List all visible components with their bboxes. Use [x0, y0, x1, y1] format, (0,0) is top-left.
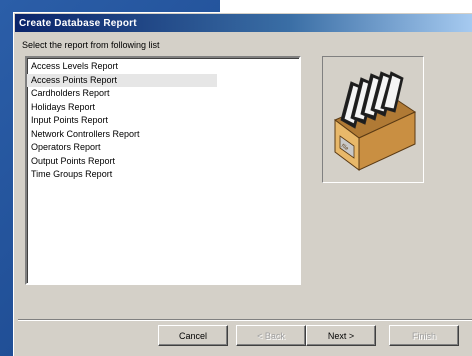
- cancel-button[interactable]: Cancel: [158, 325, 228, 346]
- list-item-operators-report[interactable]: Operators Report: [27, 141, 299, 155]
- create-database-report-dialog: Create Database Report Select the report…: [13, 12, 472, 356]
- report-listbox[interactable]: Access Levels Report Access Points Repor…: [25, 56, 301, 285]
- next-button[interactable]: Next >: [306, 325, 376, 346]
- dialog-titlebar[interactable]: Create Database Report: [15, 14, 472, 32]
- back-button[interactable]: < Back: [236, 325, 306, 346]
- list-item-cardholders-report[interactable]: Cardholders Report: [27, 87, 299, 101]
- list-item-access-points-report[interactable]: Access Points Report: [27, 73, 217, 87]
- dialog-title: Create Database Report: [19, 17, 137, 29]
- list-item-time-groups-report[interactable]: Time Groups Report: [27, 168, 299, 182]
- finish-button[interactable]: Finish: [389, 325, 459, 346]
- list-item-network-controllers-report[interactable]: Network Controllers Report: [27, 128, 299, 142]
- list-item-output-points-report[interactable]: Output Points Report: [27, 155, 299, 169]
- wizard-image-panel: file: [322, 56, 424, 183]
- list-item-access-levels-report[interactable]: Access Levels Report: [27, 60, 299, 74]
- instruction-label: Select the report from following list: [22, 40, 160, 50]
- list-item-holidays-report[interactable]: Holidays Report: [27, 101, 299, 115]
- list-item-input-points-report[interactable]: Input Points Report: [27, 114, 299, 128]
- button-separator: [18, 319, 472, 321]
- card-file-box-icon: file: [334, 70, 417, 171]
